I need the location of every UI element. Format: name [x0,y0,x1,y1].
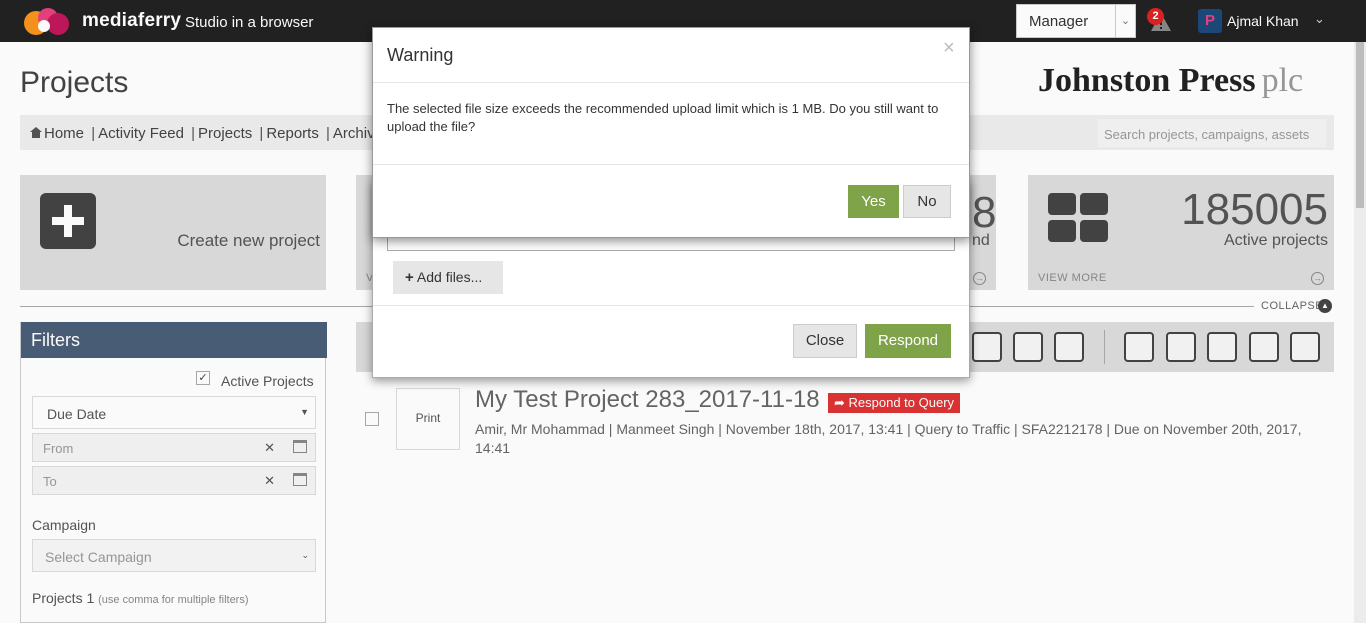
plus-icon: + [405,269,414,286]
close-icon[interactable]: × [943,37,955,60]
respond-button[interactable]: Respond [865,324,951,358]
warning-dialog: Warning × The selected file size exceeds… [372,27,970,238]
warning-title: Warning [387,45,454,65]
no-button[interactable]: No [903,185,951,218]
add-files-button[interactable]: + Add files... [393,261,503,294]
close-button[interactable]: Close [793,324,857,358]
warning-message: The selected file size exceeds the recom… [387,101,939,134]
yes-button[interactable]: Yes [848,185,899,218]
